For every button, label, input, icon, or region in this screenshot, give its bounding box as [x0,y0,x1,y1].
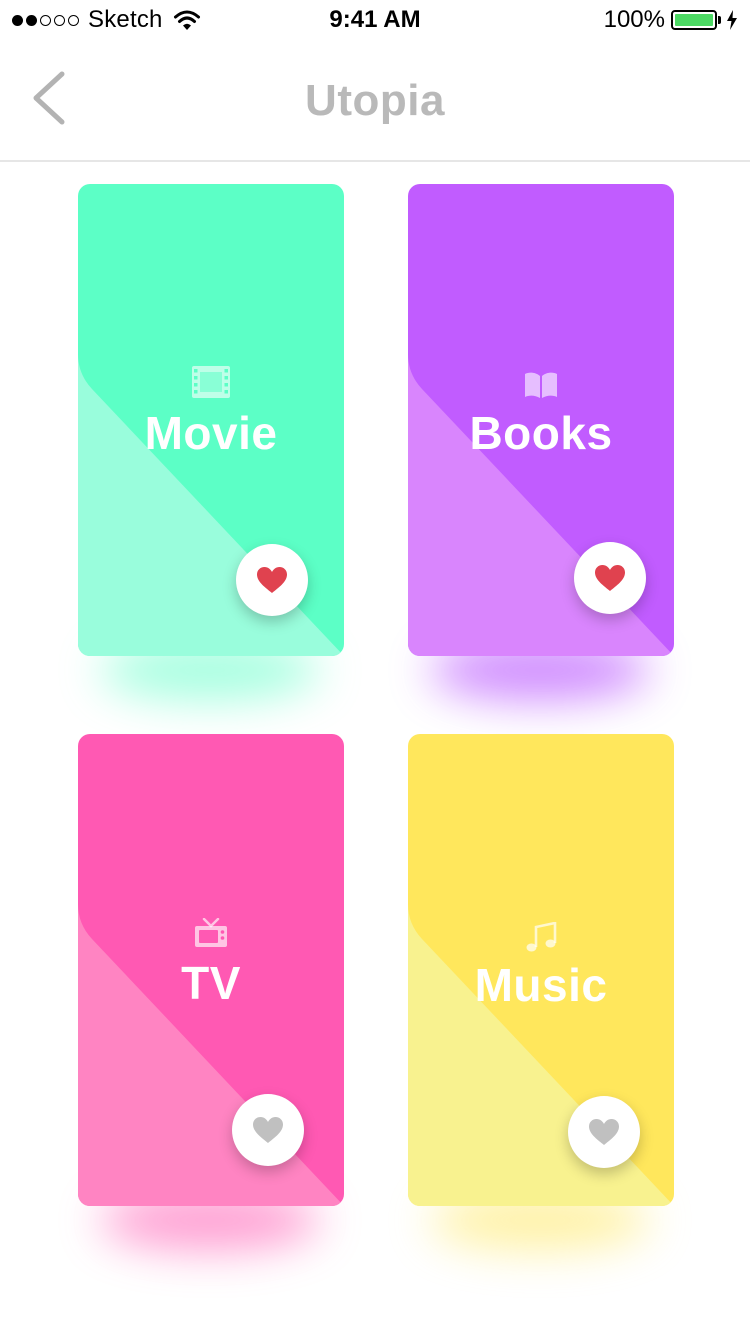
heart-icon [595,565,625,591]
card-label: Movie [144,407,278,459]
favorite-button[interactable] [568,1096,640,1168]
card-label: Music [474,959,608,1011]
battery-fill [675,14,713,26]
battery-percent: 100% [603,6,665,33]
nav-bar: Utopia [0,40,750,162]
favorite-button[interactable] [236,544,308,616]
film-icon [78,366,344,398]
heart-icon [253,1117,283,1143]
category-card-music[interactable]: Music [408,734,674,1206]
music-note-icon [408,922,674,954]
favorite-button[interactable] [232,1094,304,1166]
page-title: Utopia [305,76,445,125]
favorite-button[interactable] [574,542,646,614]
heart-icon [589,1119,619,1145]
status-right: 100% [604,6,738,34]
battery-icon [671,10,717,30]
status-bar: Sketch 9:41 AM 100% [0,0,750,40]
tv-icon [78,918,344,948]
book-icon [408,372,674,398]
category-card-movie[interactable]: Movie [78,184,344,656]
card-label: TV [181,957,241,1009]
battery-tip [718,16,721,24]
heart-icon [257,567,287,593]
category-card-tv[interactable]: TV [78,734,344,1206]
charging-bolt-icon [727,10,737,30]
card-label: Books [469,407,613,459]
category-card-books[interactable]: Books [408,184,674,656]
